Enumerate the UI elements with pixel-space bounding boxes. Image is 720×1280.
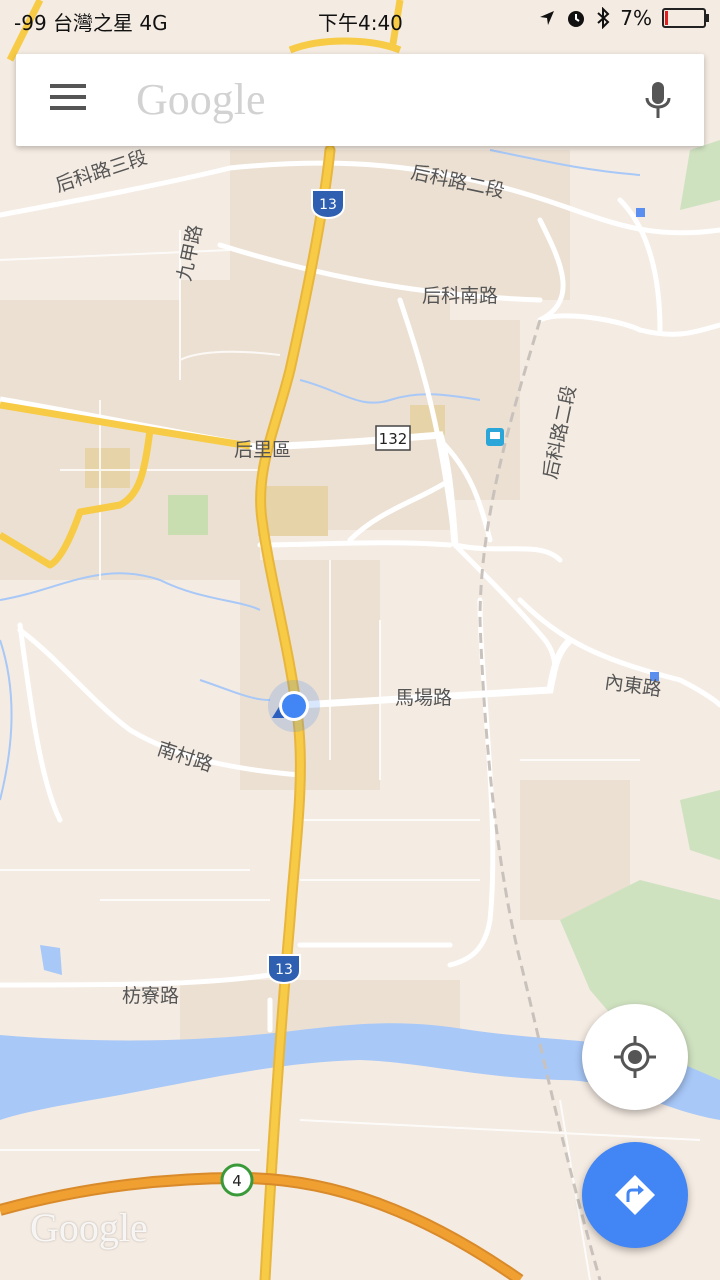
battery-icon	[662, 8, 709, 28]
district-label: 后里區	[234, 439, 291, 461]
poi-marker[interactable]	[636, 208, 645, 217]
my-location-button[interactable]	[582, 1004, 688, 1110]
my-location-crosshair-icon	[614, 1036, 656, 1078]
freeway-4-shield: 4	[220, 1163, 254, 1197]
status-right: 7%	[538, 6, 709, 30]
svg-text:132: 132	[379, 430, 408, 448]
carrier-label: -99 台灣之星 4G	[14, 11, 168, 35]
current-location-dot[interactable]	[268, 680, 320, 732]
directions-turn-right-icon	[615, 1175, 655, 1215]
svg-text:13: 13	[275, 962, 293, 978]
route-132-shield: 132	[375, 425, 411, 451]
freeway-13-shield-top: 13	[311, 189, 345, 220]
bluetooth-icon	[597, 7, 610, 29]
freeway-13-shield-bottom: 13	[267, 954, 301, 985]
google-watermark: Google	[30, 1205, 148, 1250]
search-input[interactable]: Google	[136, 74, 266, 125]
hamburger-menu-icon[interactable]	[50, 84, 86, 116]
directions-button[interactable]	[582, 1142, 688, 1248]
microphone-icon[interactable]	[642, 80, 674, 122]
status-bar: -99 台灣之星 4G 下午4:40 7%	[0, 0, 720, 40]
alarm-clock-icon	[568, 11, 585, 27]
svg-text:13: 13	[319, 197, 337, 213]
svg-text:4: 4	[232, 1172, 242, 1190]
search-bar[interactable]: Google	[16, 54, 704, 146]
location-arrow-icon	[540, 11, 555, 25]
battery-percent: 7%	[620, 6, 652, 30]
road-label-fangliao: 枋寮路	[122, 985, 179, 1007]
train-station-icon[interactable]	[486, 428, 504, 446]
road-label-houke-south: 后科南路	[422, 285, 498, 307]
status-time: 下午4:40	[318, 11, 403, 35]
road-label-machang: 馬場路	[395, 687, 452, 709]
